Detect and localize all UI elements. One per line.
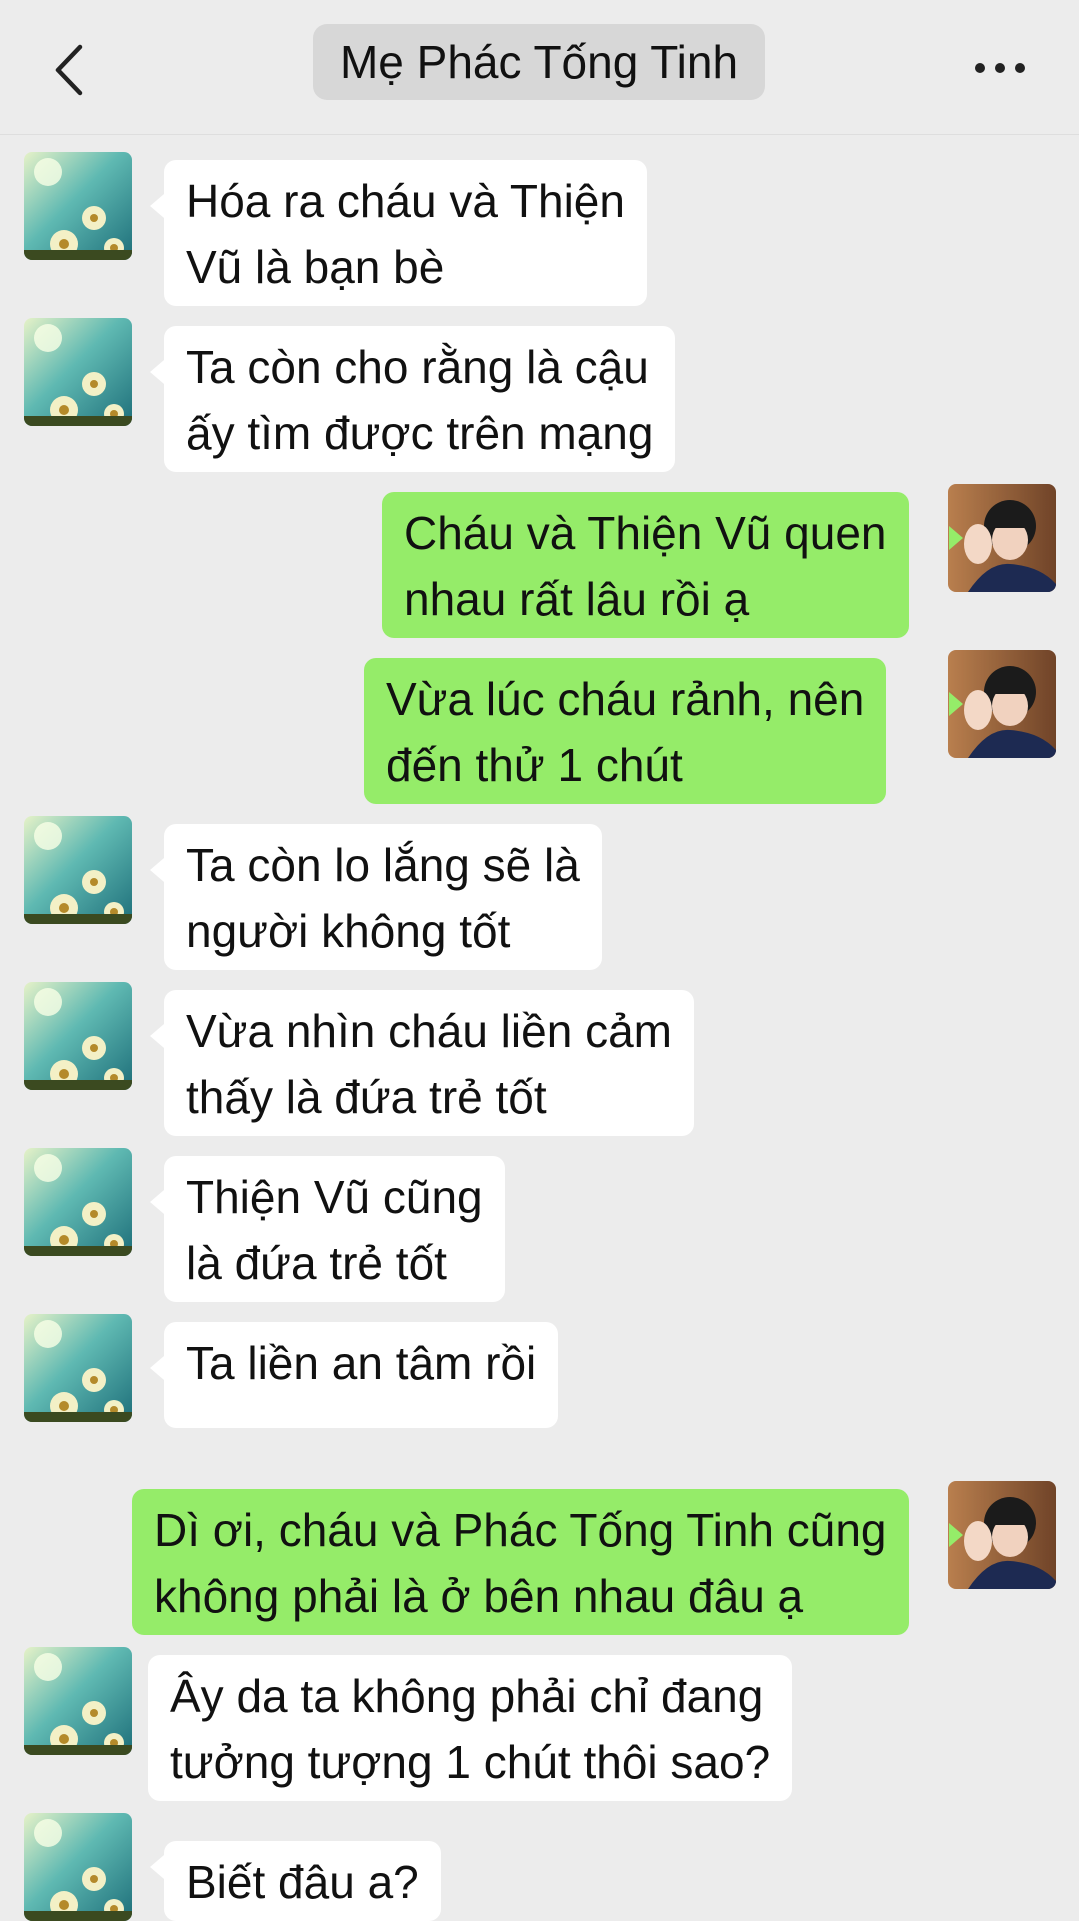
user-avatar[interactable] — [948, 1481, 1056, 1589]
message-text: Thiện Vũ cũng — [186, 1171, 483, 1223]
more-options-button[interactable] — [968, 46, 1032, 90]
message-text: là đứa trẻ tốt — [186, 1237, 447, 1289]
contact-avatar[interactable] — [24, 816, 132, 924]
message-text: không phải là ở bên nhau đâu ạ — [154, 1570, 804, 1622]
message-text: Cháu và Thiện Vũ quen — [404, 507, 887, 559]
message-text: Ta liền an tâm rồi — [186, 1337, 537, 1389]
incoming-message[interactable]: Ta còn cho rằng là cậu ấy tìm được trên … — [164, 326, 676, 472]
contact-avatar[interactable] — [24, 1813, 132, 1921]
message-text: Ta còn cho rằng là cậu — [186, 341, 649, 393]
back-button[interactable] — [44, 40, 94, 100]
message-text: Ta còn lo lắng sẽ là — [186, 839, 580, 891]
message-text: Ây da ta không phải chỉ đang — [170, 1670, 764, 1722]
message-text: Vừa lúc cháu rảnh, nên — [386, 673, 865, 725]
message-text: thấy là đứa trẻ tốt — [186, 1071, 547, 1123]
message-text: đến thử 1 chút — [386, 739, 683, 791]
contact-avatar[interactable] — [24, 982, 132, 1090]
message-text: Dì ơi, cháu và Phác Tống Tinh cũng — [154, 1504, 887, 1556]
user-avatar[interactable] — [948, 484, 1056, 592]
outgoing-message[interactable]: Dì ơi, cháu và Phác Tống Tinh cũng không… — [132, 1489, 909, 1635]
message-text: nhau rất lâu rồi ạ — [404, 573, 750, 625]
incoming-message[interactable]: Thiện Vũ cũng là đứa trẻ tốt — [164, 1156, 505, 1302]
contact-avatar[interactable] — [24, 318, 132, 426]
message-text: Biết đâu a? — [186, 1856, 419, 1908]
contact-avatar[interactable] — [24, 1647, 132, 1755]
message-text: ấy tìm được trên mạng — [186, 407, 654, 459]
incoming-message[interactable]: Hóa ra cháu và Thiện Vũ là bạn bè — [164, 160, 647, 306]
outgoing-message[interactable]: Cháu và Thiện Vũ quen nhau rất lâu rồi ạ — [382, 492, 909, 638]
user-avatar[interactable] — [948, 650, 1056, 758]
outgoing-message[interactable]: Vừa lúc cháu rảnh, nên đến thử 1 chút — [364, 658, 887, 804]
message-text: Hóa ra cháu và Thiện — [186, 175, 625, 227]
incoming-message[interactable]: Vừa nhìn cháu liền cảm thấy là đứa trẻ t… — [164, 990, 694, 1136]
chat-title[interactable]: Mẹ Phác Tống Tinh — [313, 24, 765, 100]
incoming-message[interactable]: Ây da ta không phải chỉ đang tưởng tượng… — [148, 1655, 793, 1801]
contact-avatar[interactable] — [24, 152, 132, 260]
incoming-message[interactable]: Biết đâu a? — [164, 1841, 441, 1921]
message-text: Vũ là bạn bè — [186, 241, 445, 293]
chat-header: Mẹ Phác Tống Tinh — [0, 0, 1079, 135]
message-text: tưởng tượng 1 chút thôi sao? — [170, 1736, 771, 1788]
contact-avatar[interactable] — [24, 1314, 132, 1422]
chevron-left-icon — [55, 44, 83, 96]
contact-avatar[interactable] — [24, 1148, 132, 1256]
message-text: Vừa nhìn cháu liền cảm — [186, 1005, 672, 1057]
message-text: người không tốt — [186, 905, 511, 957]
more-horizontal-icon — [975, 63, 985, 73]
incoming-message[interactable]: Ta liền an tâm rồi — [164, 1322, 559, 1428]
incoming-message[interactable]: Ta còn lo lắng sẽ là người không tốt — [164, 824, 602, 970]
